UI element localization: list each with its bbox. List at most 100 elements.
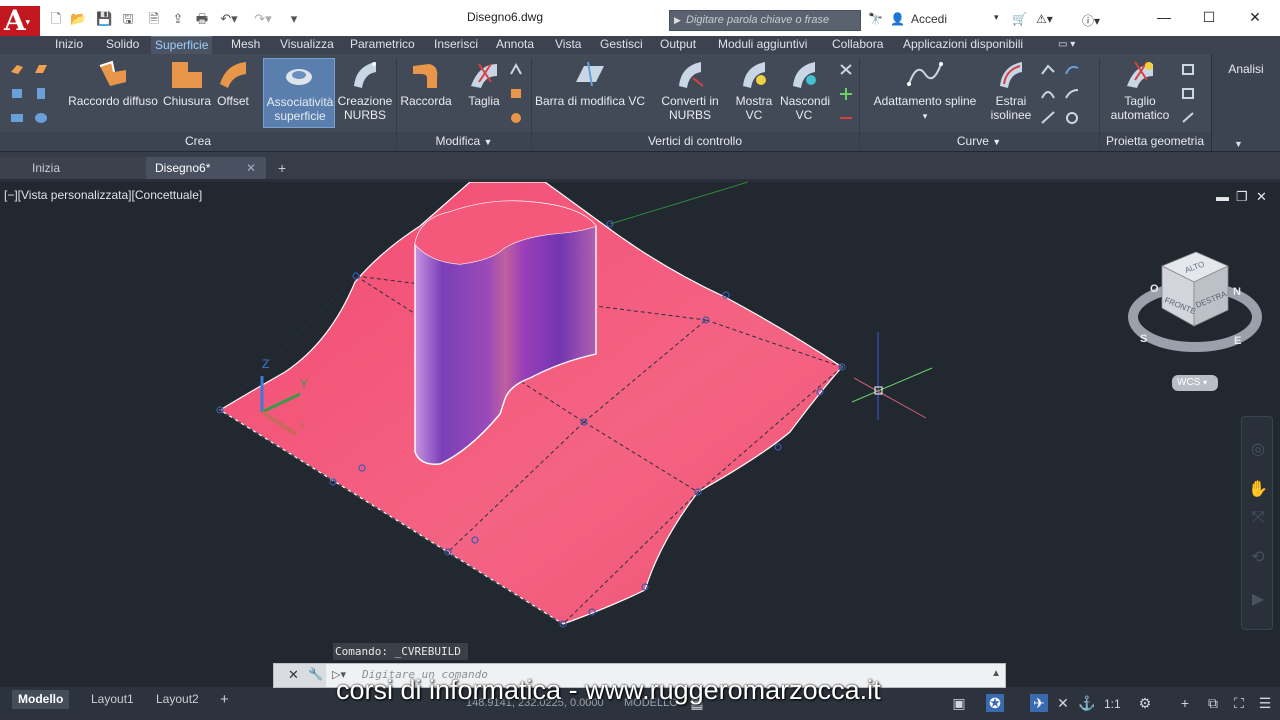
auto-scale-icon[interactable]: ✕	[1054, 694, 1072, 712]
tab-annota[interactable]: Annota	[496, 36, 534, 54]
quick-access-dropdown-icon[interactable]: ▾	[286, 12, 302, 26]
mostra-vc-button[interactable]: Mostra VC	[734, 58, 774, 122]
tab-modello[interactable]: Modello	[12, 690, 70, 709]
offset-button[interactable]: Offset	[214, 58, 252, 108]
tab-moduli-aggiuntivi[interactable]: Moduli aggiuntivi	[718, 36, 807, 54]
estrai-isolinee-button[interactable]: Estrai isolinee	[988, 58, 1034, 122]
add-layout-icon[interactable]: +	[220, 690, 229, 709]
search-expand-icon[interactable]: ▶	[674, 11, 681, 30]
revolve-surface-icon[interactable]	[33, 86, 49, 100]
application-menu-button[interactable]: A▾	[0, 6, 40, 36]
add-cv-icon[interactable]	[838, 86, 854, 100]
taglia-button[interactable]: Taglia	[462, 58, 506, 108]
tab-parametrico[interactable]: Parametrico	[350, 36, 415, 54]
viewport-close-icon[interactable]: ✕	[1256, 189, 1267, 205]
drawing-viewport[interactable]: Z Y X ALTO FRONTE DESTRA N S E O	[0, 182, 1280, 687]
wcs-menu[interactable]: WCS ▾	[1172, 375, 1218, 391]
analisi-panel[interactable]: Analisi ▼	[1211, 54, 1280, 151]
nascondi-vc-button[interactable]: Nascondi VC	[780, 58, 830, 122]
workspace-icon[interactable]: ▣	[950, 694, 968, 712]
spline-cv-icon[interactable]	[1064, 62, 1080, 76]
network-surface-icon[interactable]	[9, 62, 25, 76]
associativita-superficie-button[interactable]: Associatività superficie	[263, 58, 335, 128]
close-icon[interactable]: ✕	[1232, 6, 1278, 28]
project-ucs-icon[interactable]	[1180, 62, 1196, 76]
orbit-icon[interactable]: ⟲	[1248, 547, 1268, 567]
pan-icon[interactable]: ✋	[1248, 479, 1268, 499]
annotation-visibility-icon[interactable]: ✪	[986, 694, 1004, 712]
annotation-scale-value[interactable]: 1:1	[1104, 697, 1121, 711]
circle-icon[interactable]	[1064, 110, 1080, 124]
drawing-canvas[interactable]: Z Y X ALTO FRONTE DESTRA N S E O	[0, 182, 1280, 687]
raccorda-button[interactable]: Raccorda	[398, 58, 454, 108]
sculpt-icon[interactable]	[508, 110, 524, 124]
save-as-icon[interactable]: 🖫	[120, 12, 136, 26]
extend-icon[interactable]	[508, 86, 524, 100]
search-input[interactable]: ▶ Digitare parola chiave o frase	[669, 10, 861, 31]
showmotion-icon[interactable]: ▶	[1248, 589, 1268, 609]
viewport-minimize-icon[interactable]: ▬	[1216, 189, 1229, 204]
clean-screen-icon[interactable]: ⛶	[1230, 694, 1248, 712]
tab-collabora[interactable]: Collabora	[832, 36, 883, 54]
spline-knots-icon[interactable]	[1064, 86, 1080, 100]
project-view-icon[interactable]	[1180, 86, 1196, 100]
arc-icon[interactable]	[1040, 86, 1056, 100]
customize-menu-icon[interactable]: ☰	[1256, 694, 1274, 712]
tab-inizio[interactable]: Inizio	[55, 36, 83, 54]
exchange-icon[interactable]: ⚠▾	[1036, 12, 1053, 26]
planar-surface-icon[interactable]	[33, 62, 49, 76]
adattamento-spline-button[interactable]: Adattamento spline ▾	[866, 58, 984, 123]
project-two-points-icon[interactable]	[1180, 110, 1196, 124]
annotation-scale-icon[interactable]: ✈	[1030, 694, 1048, 712]
settings-gear-icon[interactable]: ⚙	[1136, 694, 1154, 712]
chiusura-button[interactable]: Chiusura	[162, 58, 212, 108]
rebuild-icon[interactable]	[838, 62, 854, 76]
web-open-icon[interactable]: 🗎	[146, 12, 162, 26]
signin-button[interactable]: Accedi	[911, 12, 947, 26]
new-tab-icon[interactable]: +	[278, 157, 296, 179]
tab-superficie[interactable]: Superficie	[151, 36, 213, 54]
viewcube[interactable]: ALTO FRONTE DESTRA N S E O	[1128, 251, 1262, 352]
tab-output[interactable]: Output	[660, 36, 696, 54]
print-icon[interactable]: 🖶	[194, 12, 210, 26]
save-icon[interactable]: 💾	[96, 12, 112, 26]
viewport-restore-icon[interactable]: ❐	[1236, 189, 1248, 205]
panel-label-modifica[interactable]: Modifica ▼	[396, 134, 532, 148]
barra-modifica-vc-button[interactable]: Barra di modifica VC	[534, 58, 646, 108]
untrim-icon[interactable]	[508, 62, 524, 76]
isolate-objects-icon[interactable]: ⧉	[1204, 694, 1222, 712]
tab-solido[interactable]: Solido	[106, 36, 139, 54]
close-command-icon[interactable]: ✕	[288, 667, 299, 683]
viewport-controls-label[interactable]: [−][Vista personalizzata][Concettuale]	[4, 188, 202, 202]
maximize-icon[interactable]: ☐	[1186, 6, 1232, 28]
taglio-automatico-button[interactable]: Taglio automatico	[1106, 58, 1174, 122]
cart-icon[interactable]: 🛒	[1012, 12, 1027, 26]
add-icon[interactable]: +	[1176, 694, 1194, 712]
converti-nurbs-button[interactable]: Converti in NURBS	[658, 58, 722, 122]
creazione-nurbs-button[interactable]: Creazione NURBS	[336, 58, 394, 122]
user-icon[interactable]: 👤	[890, 12, 905, 26]
tab-gestisci[interactable]: Gestisci	[600, 36, 643, 54]
remove-cv-icon[interactable]	[838, 110, 854, 124]
undo-icon[interactable]: ↶▾	[218, 12, 240, 26]
polyline-icon[interactable]	[1040, 62, 1056, 76]
tab-disegno6[interactable]: Disegno6* ✕	[146, 157, 266, 179]
annotation-monitor-icon[interactable]: ⚓	[1078, 694, 1096, 712]
tab-inserisci[interactable]: Inserisci	[434, 36, 478, 54]
new-file-icon[interactable]: 🗋	[48, 12, 64, 26]
tab-applicazioni[interactable]: Applicazioni disponibili	[903, 36, 1023, 54]
customize-command-icon[interactable]: 🔧	[308, 667, 323, 681]
tab-layout2[interactable]: Layout2	[156, 690, 199, 709]
signin-dropdown-icon[interactable]: ▾	[994, 12, 999, 23]
tab-inizia[interactable]: Inizia	[0, 157, 146, 179]
panel-label-curve[interactable]: Curve ▼	[859, 134, 1099, 148]
tab-mesh[interactable]: Mesh	[231, 36, 260, 54]
command-history-toggle-icon[interactable]: ▲	[991, 668, 1001, 679]
extrude-surface-icon[interactable]	[9, 86, 25, 100]
tab-layout1[interactable]: Layout1	[91, 690, 134, 709]
sweep-surface-icon[interactable]	[33, 110, 49, 124]
line-icon[interactable]	[1040, 110, 1056, 124]
tab-vista[interactable]: Vista	[555, 36, 581, 54]
binoculars-icon[interactable]: 🔭	[868, 12, 883, 26]
raccordo-diffuso-button[interactable]: Raccordo diffuso	[66, 58, 160, 108]
